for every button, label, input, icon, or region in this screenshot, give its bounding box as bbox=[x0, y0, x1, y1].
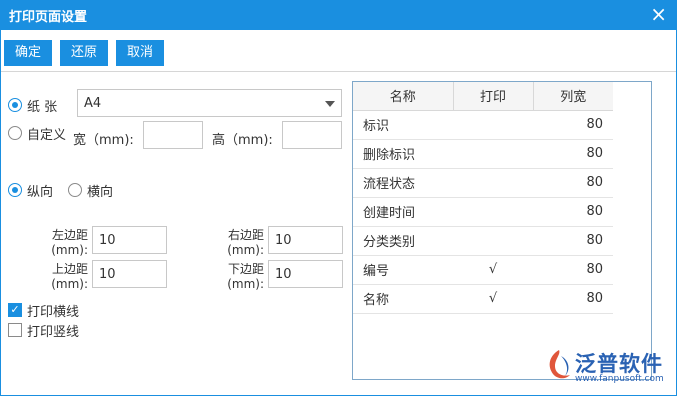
cell-print[interactable] bbox=[453, 168, 533, 198]
cell-print[interactable] bbox=[453, 226, 533, 256]
table-row[interactable]: 标识 80 bbox=[353, 110, 613, 140]
cell-width[interactable]: 80 bbox=[533, 255, 613, 285]
confirm-button[interactable]: 确定 bbox=[4, 40, 52, 66]
print-vertical-lines-label: 打印竖线 bbox=[27, 325, 80, 340]
table-header-row: 名称 打印 列宽 bbox=[353, 82, 613, 111]
cell-name[interactable]: 流程状态 bbox=[353, 168, 453, 198]
table-row[interactable]: 名称 √ 80 bbox=[353, 284, 613, 314]
cell-width[interactable]: 80 bbox=[533, 139, 613, 169]
cell-print[interactable] bbox=[453, 139, 533, 169]
cell-print[interactable] bbox=[453, 110, 533, 140]
cell-print[interactable] bbox=[453, 197, 533, 227]
paper-size-value: A4 bbox=[84, 96, 102, 111]
columns-grid: 名称 打印 列宽 标识 80 删除标识 80 流程状态 80 创建时间 80 分类类别 80 编号 √… bbox=[353, 82, 613, 314]
cell-name[interactable]: 删除标识 bbox=[353, 139, 453, 169]
columns-table: 名称 打印 列宽 标识 80 删除标识 80 流程状态 80 创建时间 80 分类类别 80 编号 √… bbox=[352, 81, 652, 380]
width-input[interactable] bbox=[143, 121, 203, 149]
print-vertical-lines-checkbox[interactable] bbox=[8, 323, 22, 337]
custom-size-label: 自定义 bbox=[27, 128, 67, 143]
height-input[interactable] bbox=[282, 121, 342, 149]
left-margin-input[interactable] bbox=[92, 226, 167, 254]
paper-size-label: 纸 张 bbox=[27, 100, 58, 115]
print-horizontal-lines-label: 打印横线 bbox=[27, 305, 80, 320]
column-header-print[interactable]: 打印 bbox=[453, 82, 534, 111]
chevron-down-icon bbox=[325, 101, 335, 107]
custom-size-radio[interactable] bbox=[8, 126, 22, 140]
cell-name[interactable]: 标识 bbox=[353, 110, 453, 140]
table-row[interactable]: 分类类别 80 bbox=[353, 226, 613, 256]
restore-button[interactable]: 还原 bbox=[60, 40, 108, 66]
right-margin-input[interactable] bbox=[268, 226, 343, 254]
cell-width[interactable]: 80 bbox=[533, 197, 613, 227]
title-bar: 打印页面设置 × bbox=[0, 0, 677, 30]
cell-width[interactable]: 80 bbox=[533, 110, 613, 140]
column-header-width[interactable]: 列宽 bbox=[533, 82, 613, 111]
cell-name[interactable]: 创建时间 bbox=[353, 197, 453, 227]
height-label: 高（mm): bbox=[212, 133, 273, 148]
column-header-name[interactable]: 名称 bbox=[353, 82, 454, 111]
right-margin-label: 右边距 (mm): bbox=[227, 228, 264, 257]
toolbar: 确定 还原 取消 bbox=[0, 30, 677, 72]
landscape-radio[interactable] bbox=[68, 183, 82, 197]
paper-size-radio[interactable] bbox=[8, 98, 22, 112]
logo-url-text: www.fanpusoft.com bbox=[575, 374, 664, 384]
cell-width[interactable]: 80 bbox=[533, 168, 613, 198]
paper-size-select[interactable]: A4 bbox=[77, 89, 342, 117]
portrait-radio[interactable] bbox=[8, 183, 22, 197]
table-row[interactable]: 删除标识 80 bbox=[353, 139, 613, 169]
dialog-title: 打印页面设置 bbox=[9, 10, 88, 25]
cancel-button[interactable]: 取消 bbox=[116, 40, 164, 66]
cell-print[interactable]: √ bbox=[453, 255, 533, 285]
portrait-label: 纵向 bbox=[27, 185, 54, 200]
cell-width[interactable]: 80 bbox=[533, 226, 613, 256]
brand-logo: 泛普软件 www.fanpusoft.com bbox=[545, 346, 673, 386]
top-margin-label: 上边距 (mm): bbox=[51, 262, 88, 291]
landscape-label: 横向 bbox=[87, 185, 114, 200]
logo-mark-icon bbox=[549, 350, 570, 379]
bottom-margin-input[interactable] bbox=[268, 260, 343, 288]
table-row[interactable]: 流程状态 80 bbox=[353, 168, 613, 198]
table-row[interactable]: 编号 √ 80 bbox=[353, 255, 613, 285]
bottom-margin-label: 下边距 (mm): bbox=[227, 262, 264, 291]
left-margin-label: 左边距 (mm): bbox=[51, 228, 88, 257]
cell-name[interactable]: 编号 bbox=[353, 255, 453, 285]
cell-name[interactable]: 分类类别 bbox=[353, 226, 453, 256]
close-icon[interactable]: × bbox=[650, 2, 667, 26]
cell-name[interactable]: 名称 bbox=[353, 284, 453, 314]
cell-print[interactable]: √ bbox=[453, 284, 533, 314]
table-row[interactable]: 创建时间 80 bbox=[353, 197, 613, 227]
cell-width[interactable]: 80 bbox=[533, 284, 613, 314]
print-horizontal-lines-checkbox[interactable]: ✓ bbox=[8, 303, 22, 317]
width-label: 宽（mm): bbox=[73, 133, 134, 148]
top-margin-input[interactable] bbox=[92, 260, 167, 288]
